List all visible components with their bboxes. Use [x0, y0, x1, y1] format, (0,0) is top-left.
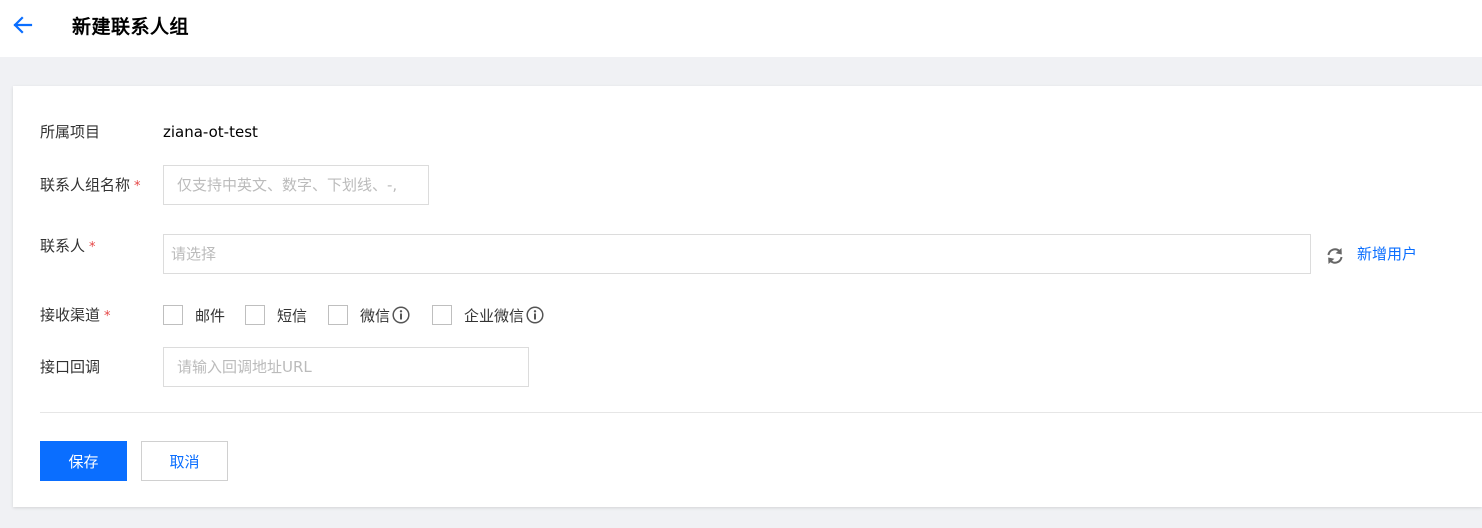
page-title: 新建联系人组: [72, 16, 190, 38]
channels-label-text: 接收渠道: [40, 306, 101, 324]
project-value: ziana-ot-test: [163, 123, 258, 141]
channel-option-sms[interactable]: 短信: [245, 304, 307, 326]
contacts-label: 联系人 *: [40, 236, 96, 258]
refresh-button[interactable]: [1323, 244, 1347, 268]
info-icon[interactable]: [526, 306, 544, 324]
email-checkbox-label: 邮件: [195, 306, 226, 325]
wechat-checkbox-label: 微信: [360, 306, 391, 325]
channel-option-email[interactable]: 邮件: [163, 304, 225, 326]
required-mark: *: [89, 240, 96, 255]
contacts-select[interactable]: [163, 234, 1311, 274]
wechat-checkbox[interactable]: [328, 305, 348, 325]
channel-option-wecom[interactable]: 企业微信: [432, 304, 544, 326]
sms-checkbox-label: 短信: [277, 306, 308, 325]
info-icon[interactable]: [392, 306, 410, 324]
group-name-label: 联系人组名称 *: [40, 175, 141, 197]
arrow-left-icon: [13, 16, 33, 34]
channel-option-wechat[interactable]: 微信: [328, 304, 410, 326]
project-label: 所属项目: [40, 123, 101, 141]
contacts-label-text: 联系人: [40, 237, 86, 255]
wecom-checkbox[interactable]: [432, 305, 452, 325]
add-user-link[interactable]: 新增用户: [1357, 244, 1417, 264]
sms-checkbox[interactable]: [245, 305, 265, 325]
required-mark: *: [104, 309, 111, 324]
group-name-label-text: 联系人组名称: [40, 176, 131, 194]
email-checkbox[interactable]: [163, 305, 183, 325]
callback-url-input[interactable]: [163, 347, 529, 387]
cancel-button[interactable]: 取消: [141, 441, 228, 481]
divider: [40, 412, 1482, 413]
refresh-icon: [1327, 248, 1343, 264]
callback-label: 接口回调: [40, 358, 101, 376]
group-name-input[interactable]: [163, 165, 429, 205]
wecom-checkbox-label: 企业微信: [464, 306, 525, 325]
page-header: 新建联系人组: [0, 0, 1482, 57]
required-mark: *: [134, 179, 141, 194]
form-card: 所属项目 ziana-ot-test 联系人组名称* 联系人* 新增用户 接收渠…: [13, 86, 1482, 507]
back-button[interactable]: [10, 12, 36, 38]
save-button[interactable]: 保存: [40, 441, 127, 481]
channels-label: 接收渠道 *: [40, 305, 111, 327]
